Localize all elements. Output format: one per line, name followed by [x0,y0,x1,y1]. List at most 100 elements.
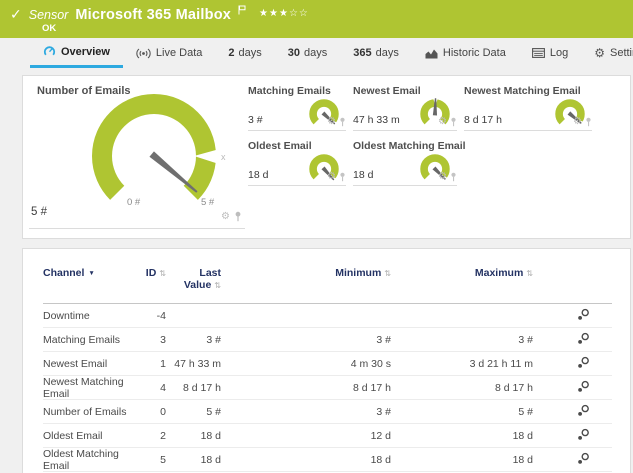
edit-channel-icon[interactable] [577,428,590,441]
sort-icon: ⇅ [159,269,166,278]
channel-gear-icon[interactable]: ⚙ [327,172,336,182]
pin-icon[interactable] [450,117,457,127]
table-row: Newest Matching Email 4 8 d 17 h 8 d 17 … [43,376,612,400]
tab-365-days[interactable]: 365 days [340,38,412,68]
sort-icon: ⇅ [526,269,533,278]
table-row: Downtime -4 [43,304,612,328]
tab-number: 30 [287,47,301,59]
channel-min: 3 # [376,405,391,418]
pin-icon[interactable] [234,211,242,222]
channel-gear-icon[interactable]: ⚙ [573,117,582,127]
channel-id: 1 [160,357,166,370]
channel-max: 3 # [518,333,533,346]
channel-last: 5 # [206,405,221,418]
channels-panel: Channel ▼ ID ⇅ Last Value ⇅ Minimum ⇅ Maximu… [22,248,631,473]
tab-settings[interactable]: ⚙ Settings [581,38,633,68]
mini-gauge-value: 18 d [248,169,269,181]
pin-icon[interactable] [450,172,457,182]
table-row: Newest Email 1 47 h 33 m 4 m 30 s 3 d 21… [43,352,612,376]
edit-channel-icon[interactable] [577,452,590,465]
channel-name: Number of Emails [43,405,127,418]
sort-desc-icon: ▼ [88,270,95,277]
header-id[interactable]: ID ⇅ [143,265,166,279]
channel-name: Oldest Matching Email [43,448,119,472]
tab-bar: Overview Live Data 2 days 30 days 365 da… [0,38,633,68]
channel-name: Downtime [43,309,90,322]
edit-channel-icon[interactable] [577,404,590,417]
priority-stars[interactable]: ★★★☆☆ [259,8,309,19]
channel-max: 5 # [518,405,533,418]
object-type-label: Sensor [28,7,69,22]
channel-gear-icon[interactable]: ⚙ [438,117,447,127]
channel-min: 4 m 30 s [350,357,391,370]
tab-log[interactable]: Log [519,38,581,68]
channel-name: Newest Email [43,357,108,370]
sensor-header: ✓ Sensor Microsoft 365 Mailbox ★★★☆☆ OK [0,0,633,38]
channel-max: 3 d 21 h 11 m [469,357,533,370]
sensor-overview-page: ✓ Sensor Microsoft 365 Mailbox ★★★☆☆ OK … [0,0,633,473]
pin-icon[interactable] [585,117,592,127]
table-row: Matching Emails 3 3 # 3 # 3 # [43,328,612,352]
channel-name: Newest Matching Email [43,376,124,400]
channel-gear-icon[interactable]: ⚙ [438,172,447,182]
flag-icon[interactable] [238,2,246,20]
channel-max: 18 d [512,429,533,442]
channel-id: 2 [160,429,166,442]
tab-2-days[interactable]: 2 days [215,38,274,68]
channel-id: 5 [160,454,166,466]
header-channel[interactable]: Channel ▼ [43,265,143,279]
header-minimum[interactable]: Minimum ⇅ [221,265,391,279]
mini-gauge-newest-matching-email: Newest Matching Email 8 d 17 h ⚙ [464,85,592,131]
gauge-scale-min: 0 # [127,197,141,208]
status-badge: OK [42,23,57,34]
mini-gauge-value: 47 h 33 m [353,114,400,126]
svg-text:x: x [221,152,226,162]
mini-gauge-newest-email: Newest Email 47 h 33 m ⚙ [353,85,457,131]
tab-number: 365 [353,47,372,59]
mini-gauge-value: 18 d [353,169,374,181]
channel-name: Matching Emails [43,333,121,346]
channel-gear-icon[interactable]: ⚙ [221,211,230,222]
header-maximum[interactable]: Maximum ⇅ [391,265,533,279]
tab-label: Live Data [155,47,203,59]
channel-last: 18 d [200,454,221,466]
edit-channel-icon[interactable] [577,308,590,321]
channel-last: 47 h 33 m [174,357,221,370]
channels-table: Channel ▼ ID ⇅ Last Value ⇅ Minimum ⇅ Maximu… [43,265,612,472]
table-header-row: Channel ▼ ID ⇅ Last Value ⇅ Minimum ⇅ Maximu… [43,265,612,304]
channel-id: -4 [156,309,166,322]
settings-gear-icon: ⚙ [594,46,605,60]
tab-30-days[interactable]: 30 days [275,38,341,68]
tab-live-data[interactable]: Live Data [123,38,215,68]
sort-icon: ⇅ [384,269,391,278]
mini-gauge-grid: Matching Emails 3 # ⚙ Newest Email 47 h … [248,85,592,186]
mini-gauge-title: Oldest Email [248,140,312,152]
tab-historic-data[interactable]: Historic Data [412,38,519,68]
channel-gear-icon[interactable]: ⚙ [327,117,336,127]
tab-label: Settings [609,47,633,59]
channel-max: 18 d [512,454,533,466]
edit-channel-icon[interactable] [577,332,590,345]
header-last-value[interactable]: Last Value ⇅ [166,265,221,291]
tab-label: Overview [61,45,110,58]
stars-empty: ☆☆ [288,7,309,19]
channel-min: 12 d [370,429,391,442]
channel-min: 18 d [370,454,391,466]
edit-channel-icon[interactable] [577,380,590,393]
channel-last: 18 d [200,429,221,442]
edit-channel-icon[interactable] [577,356,590,369]
mini-gauge-title: Newest Email [353,85,421,97]
historic-chart-icon [425,49,438,58]
status-check-icon: ✓ [10,6,22,22]
tab-overview[interactable]: Overview [30,38,123,68]
mini-gauge-value: 8 d 17 h [464,114,502,126]
pin-icon[interactable] [339,117,346,127]
channel-id: 0 [160,405,166,418]
tab-label: Historic Data [442,47,506,59]
channel-min: 8 d 17 h [353,382,391,394]
pin-icon[interactable] [339,172,346,182]
mini-gauge-matching-emails: Matching Emails 3 # ⚙ [248,85,346,131]
channel-last: 3 # [206,333,221,346]
tab-number: 2 [228,47,235,59]
mini-gauge-oldest-email: Oldest Email 18 d ⚙ [248,140,346,186]
